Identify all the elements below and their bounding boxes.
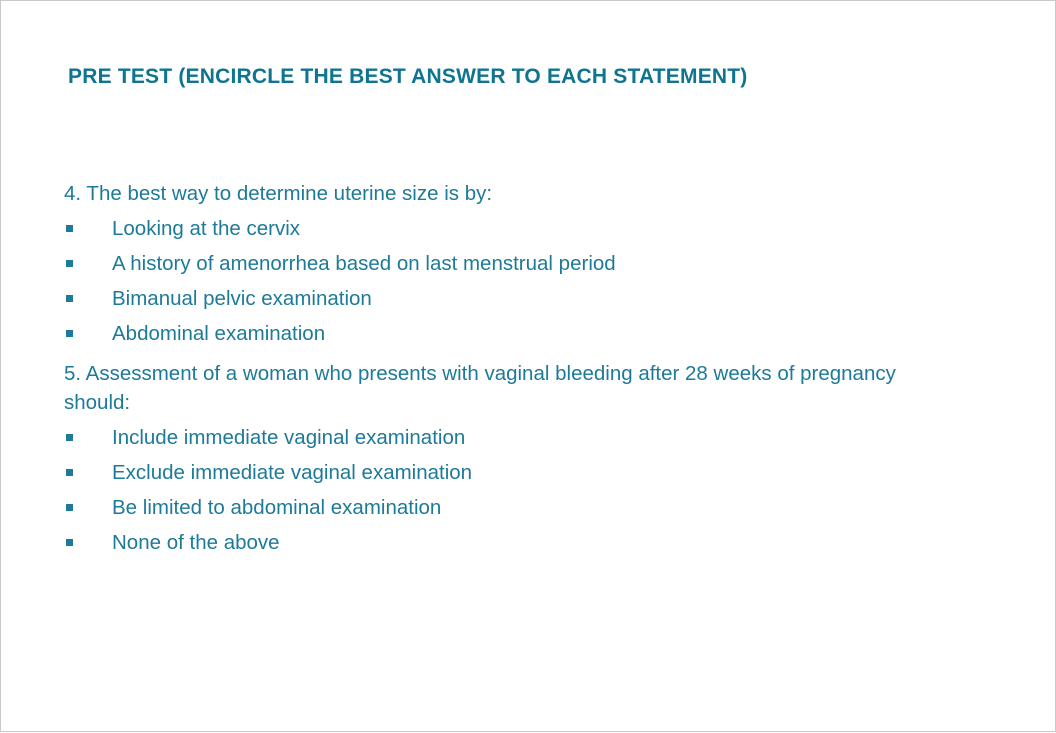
option-label: None of the above [112,531,280,554]
option-item: None of the above [64,528,904,563]
option-label: Bimanual pelvic examination [112,287,372,310]
slide: PRE TEST (ENCIRCLE THE BEST ANSWER TO EA… [0,0,1056,732]
option-label: Be limited to abdominal examination [112,496,442,519]
square-bullet-icon [66,504,73,511]
question-5-options: Include immediate vaginal examination Ex… [64,423,904,563]
slide-title: PRE TEST (ENCIRCLE THE BEST ANSWER TO EA… [68,65,748,88]
question-5: 5. Assessment of a woman who presents wi… [64,362,896,414]
question-4-options: Looking at the cervix A history of ameno… [64,214,904,354]
square-bullet-icon [66,225,73,232]
question-4: 4. The best way to determine uterine siz… [64,182,493,205]
option-item: A history of amenorrhea based on last me… [64,249,904,284]
square-bullet-icon [66,539,73,546]
slide-body: 4. The best way to determine uterine siz… [64,179,904,568]
square-bullet-icon [66,260,73,267]
square-bullet-icon [66,469,73,476]
option-item: Abdominal examination [64,319,904,354]
option-label: Abdominal examination [112,322,326,345]
option-item: Looking at the cervix [64,214,904,249]
square-bullet-icon [66,330,73,337]
option-label: A history of amenorrhea based on last me… [112,252,616,275]
square-bullet-icon [66,434,73,441]
option-item: Exclude immediate vaginal examination [64,458,904,493]
square-bullet-icon [66,295,73,302]
option-item: Be limited to abdominal examination [64,493,904,528]
option-label: Exclude immediate vaginal examination [112,461,473,484]
option-label: Include immediate vaginal examination [112,426,466,449]
option-item: Include immediate vaginal examination [64,423,904,458]
option-label: Looking at the cervix [112,217,301,240]
option-item: Bimanual pelvic examination [64,284,904,319]
